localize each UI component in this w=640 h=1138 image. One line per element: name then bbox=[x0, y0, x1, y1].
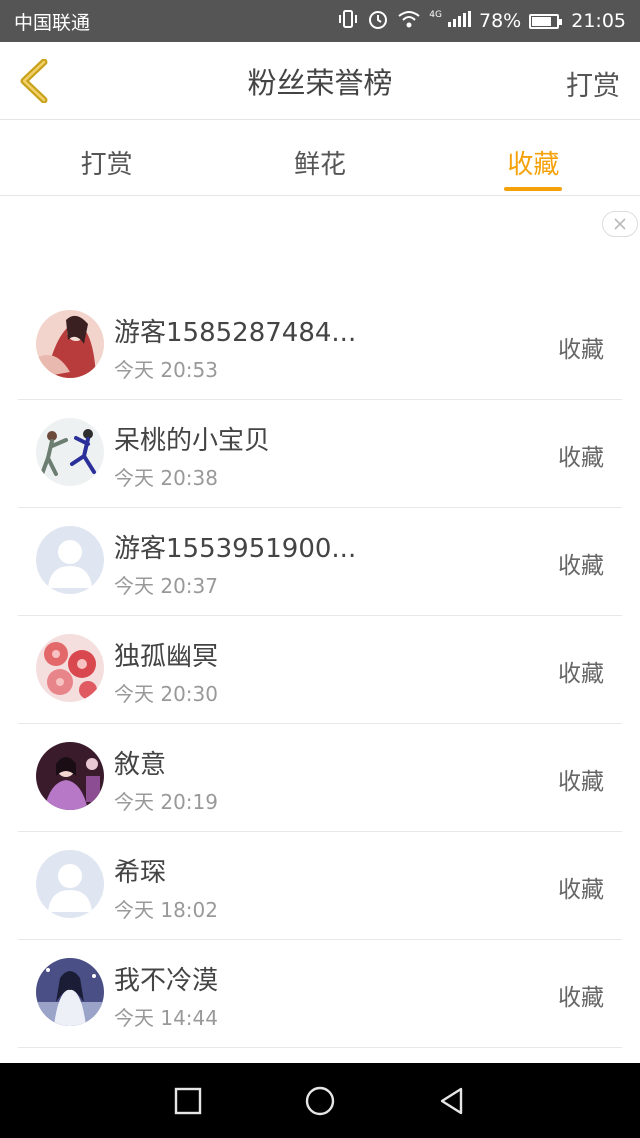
fan-name: 游客1553951900... bbox=[114, 534, 357, 564]
fan-time: 今天 18:02 bbox=[114, 898, 218, 922]
list-item[interactable]: 敘意 今天 20:19 收藏 bbox=[18, 724, 622, 832]
avatar[interactable] bbox=[36, 526, 104, 594]
fan-time: 今天 20:38 bbox=[114, 466, 218, 490]
network-type: 4G bbox=[429, 10, 442, 20]
fan-action: 收藏 bbox=[558, 877, 604, 903]
avatar[interactable] bbox=[36, 310, 104, 378]
fan-list: 游客1585287484... 今天 20:53 收藏 呆桃的小宝贝 今天 20… bbox=[0, 292, 640, 1048]
fan-action: 收藏 bbox=[558, 985, 604, 1011]
list-item[interactable]: 呆桃的小宝贝 今天 20:38 收藏 bbox=[18, 400, 622, 508]
fan-time: 今天 20:53 bbox=[114, 358, 218, 382]
list-item[interactable]: 我不冷漠 今天 14:44 收藏 bbox=[18, 940, 622, 1048]
tab-bar: 打赏 鲜花 收藏 bbox=[0, 120, 640, 196]
default-avatar-icon bbox=[36, 850, 104, 918]
fan-name: 敘意 bbox=[114, 750, 167, 780]
avatar[interactable] bbox=[36, 850, 104, 918]
fan-name: 希琛 bbox=[114, 858, 167, 888]
fan-time: 今天 20:30 bbox=[114, 682, 218, 706]
battery-icon bbox=[529, 13, 563, 29]
alarm-icon bbox=[367, 8, 389, 35]
vibrate-icon bbox=[337, 9, 359, 34]
fan-time: 今天 20:37 bbox=[114, 574, 218, 598]
back-nav-icon[interactable] bbox=[437, 1086, 467, 1116]
back-arrow-icon bbox=[20, 59, 48, 103]
fan-action: 收藏 bbox=[558, 337, 604, 363]
fan-time: 今天 20:19 bbox=[114, 790, 218, 814]
fan-name: 游客1585287484... bbox=[114, 318, 357, 348]
avatar[interactable] bbox=[36, 634, 104, 702]
avatar[interactable] bbox=[36, 958, 104, 1026]
avatar[interactable] bbox=[36, 742, 104, 810]
close-banner-button[interactable] bbox=[602, 211, 638, 237]
cellular-signal-icon: 4G bbox=[429, 10, 471, 32]
fan-action: 收藏 bbox=[558, 553, 604, 579]
page-title: 粉丝荣誉榜 bbox=[247, 65, 393, 100]
top-bar: 粉丝荣誉榜 打赏 bbox=[0, 42, 640, 120]
list-item[interactable]: 游客1585287484... 今天 20:53 收藏 bbox=[18, 292, 622, 400]
list-item[interactable]: 希琛 今天 18:02 收藏 bbox=[18, 832, 622, 940]
tab-reward[interactable]: 打赏 bbox=[0, 120, 213, 195]
system-navigation-bar bbox=[0, 1063, 640, 1138]
avatar[interactable] bbox=[36, 418, 104, 486]
battery-percent: 78% bbox=[479, 10, 522, 32]
default-avatar-icon bbox=[36, 526, 104, 594]
list-item[interactable]: 独孤幽冥 今天 20:30 收藏 bbox=[18, 616, 622, 724]
fan-time: 今天 14:44 bbox=[114, 1006, 218, 1030]
fan-action: 收藏 bbox=[558, 769, 604, 795]
close-icon bbox=[614, 218, 626, 230]
fan-action: 收藏 bbox=[558, 445, 604, 471]
tab-favorites[interactable]: 收藏 bbox=[427, 120, 640, 195]
back-button[interactable] bbox=[14, 58, 54, 104]
tab-flowers[interactable]: 鲜花 bbox=[213, 120, 426, 195]
status-bar: 中国联通 4G 78% 21:05 bbox=[0, 0, 640, 42]
clock: 21:05 bbox=[571, 10, 626, 32]
fan-name: 我不冷漠 bbox=[114, 966, 219, 996]
battery-fill bbox=[532, 16, 551, 26]
list-item[interactable]: 游客1553951900... 今天 20:37 收藏 bbox=[18, 508, 622, 616]
home-icon[interactable] bbox=[303, 1084, 337, 1118]
reward-button[interactable]: 打赏 bbox=[566, 64, 620, 103]
recent-apps-icon[interactable] bbox=[173, 1086, 203, 1116]
wifi-icon bbox=[397, 9, 421, 34]
carrier-name: 中国联通 bbox=[14, 11, 91, 34]
fan-name: 独孤幽冥 bbox=[114, 642, 219, 672]
fan-action: 收藏 bbox=[558, 661, 604, 687]
status-icons: 4G 78% 21:05 bbox=[337, 8, 626, 35]
fan-name: 呆桃的小宝贝 bbox=[114, 426, 271, 456]
